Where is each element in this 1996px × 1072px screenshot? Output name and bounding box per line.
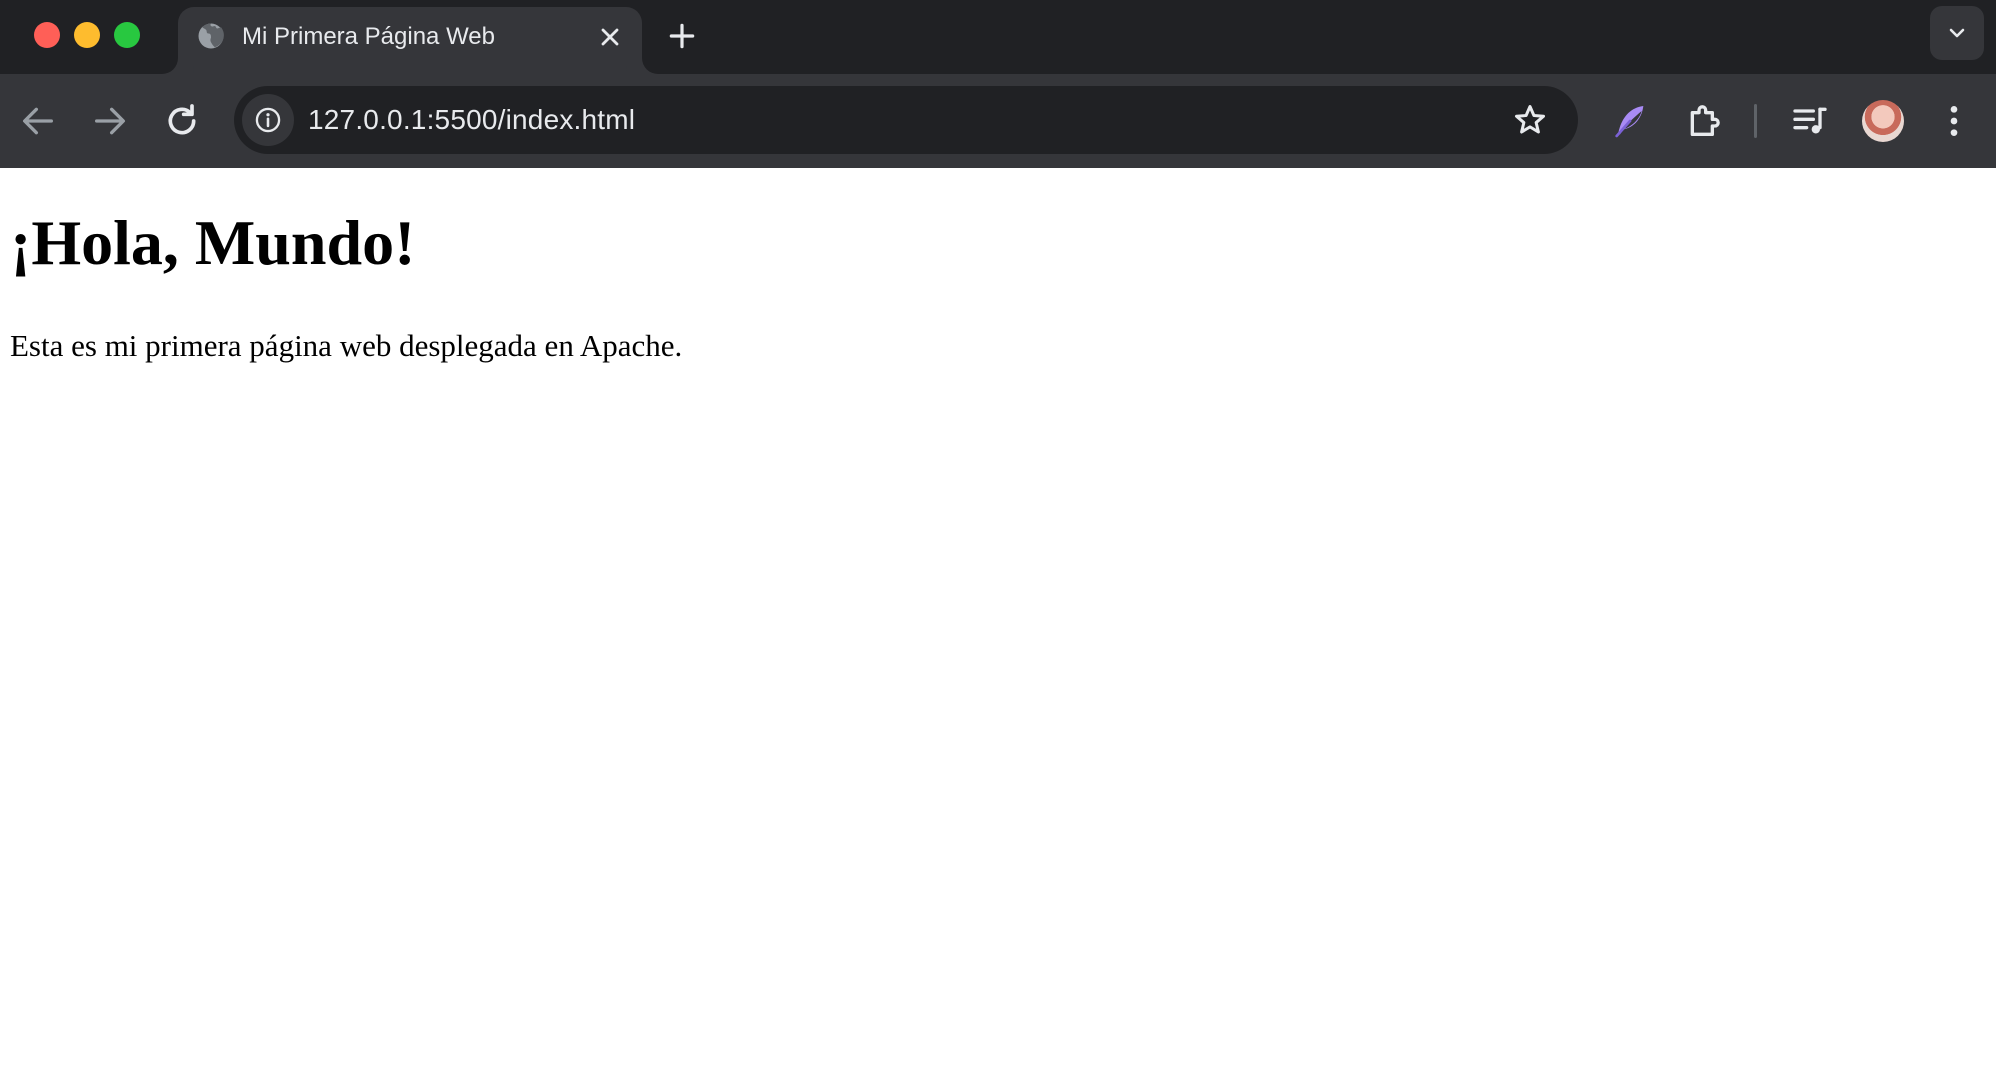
forward-arrow-icon[interactable] <box>90 101 130 141</box>
puzzle-icon[interactable] <box>1684 101 1724 141</box>
tab-search-button[interactable] <box>1930 6 1984 60</box>
url-text[interactable]: 127.0.0.1:5500/index.html <box>308 104 635 136</box>
toolbar-divider <box>1754 104 1757 138</box>
page-heading: ¡Hola, Mundo! <box>10 207 416 278</box>
tab-title: Mi Primera Página Web <box>242 23 495 50</box>
address-bar[interactable]: 127.0.0.1:5500/index.html <box>234 86 1578 154</box>
close-icon[interactable] <box>596 23 624 51</box>
profile-avatar[interactable] <box>1862 100 1904 142</box>
chevron-down-icon <box>1949 28 1965 38</box>
toolbar: 127.0.0.1:5500/index.html <box>0 74 1996 168</box>
info-icon <box>255 107 281 133</box>
back-arrow-icon[interactable] <box>18 101 58 141</box>
window-minimize-button[interactable] <box>74 22 100 48</box>
site-info-button[interactable] <box>242 94 294 146</box>
feather-icon[interactable] <box>1610 101 1650 141</box>
more-vert-icon[interactable] <box>1934 101 1974 141</box>
media-controls-icon[interactable] <box>1790 101 1830 141</box>
tab-strip: Mi Primera Página Web <box>0 0 1996 74</box>
window-close-button[interactable] <box>34 22 60 48</box>
reload-icon[interactable] <box>162 101 202 141</box>
window-zoom-button[interactable] <box>114 22 140 48</box>
star-icon[interactable] <box>1512 102 1548 138</box>
page-paragraph: Esta es mi primera página web desplegada… <box>10 328 683 363</box>
page-content: ¡Hola, Mundo! Esta es mi primera página … <box>0 168 1996 1072</box>
tab-active[interactable]: Mi Primera Página Web <box>178 7 642 74</box>
globe-icon <box>198 23 224 49</box>
new-tab-button[interactable] <box>666 20 698 52</box>
